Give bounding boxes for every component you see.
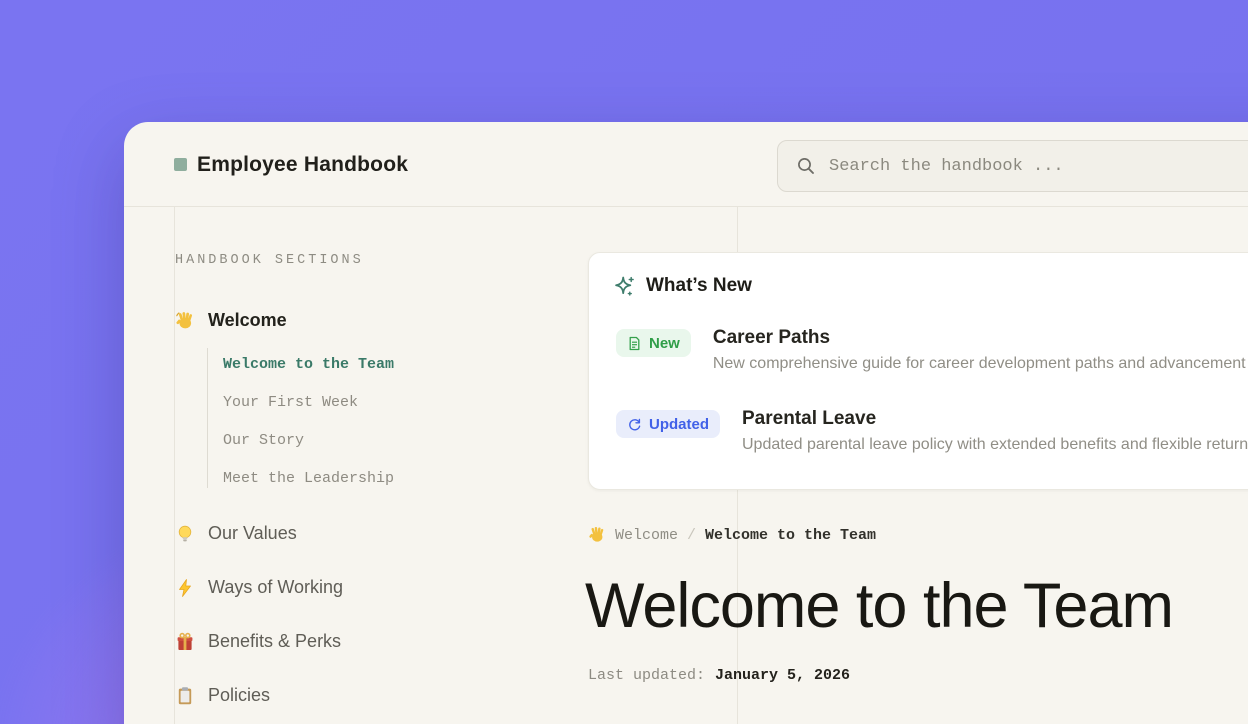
whats-new-item-description: Updated parental leave policy with exten…: [742, 436, 1248, 454]
whats-new-header: What’s New: [613, 275, 752, 297]
subnav-indent-rule: [207, 348, 208, 488]
lightning-icon: [175, 578, 195, 598]
document-icon: [627, 336, 642, 351]
logo-square-icon: [174, 158, 187, 171]
subnav-item-welcome-to-the-team[interactable]: Welcome to the Team: [223, 356, 394, 373]
sidebar-item-ways-of-working[interactable]: Ways of Working: [175, 577, 343, 598]
sidebar-item-welcome[interactable]: Welcome: [175, 310, 287, 331]
subnav-item-your-first-week[interactable]: Your First Week: [223, 394, 358, 411]
updated-badge-label: Updated: [649, 416, 709, 433]
brand: Employee Handbook: [174, 122, 408, 207]
subnav-item-our-story[interactable]: Our Story: [223, 432, 304, 449]
breadcrumb-current-page: Welcome to the Team: [705, 527, 876, 544]
breadcrumb-separator: /: [687, 527, 696, 544]
whats-new-title: What’s New: [646, 275, 752, 297]
new-badge-label: New: [649, 335, 680, 352]
search-input[interactable]: [829, 157, 1248, 176]
search-box[interactable]: [777, 140, 1248, 192]
breadcrumb-section-link[interactable]: Welcome: [615, 527, 678, 544]
last-updated-label: Last updated:: [588, 667, 705, 684]
clipboard-icon: [175, 686, 195, 706]
sidebar-item-label: Welcome: [208, 310, 287, 331]
subnav-item-meet-the-leadership[interactable]: Meet the Leadership: [223, 470, 394, 487]
whats-new-card: What’s New New Career Paths New comprehe…: [588, 252, 1248, 490]
app-title: Employee Handbook: [197, 153, 408, 177]
lightbulb-icon: [175, 524, 195, 544]
sidebar-item-label: Ways of Working: [208, 577, 343, 598]
last-updated: Last updated: January 5, 2026: [588, 667, 850, 684]
updated-badge: Updated: [616, 410, 720, 438]
sidebar-heading: HANDBOOK SECTIONS: [175, 253, 364, 268]
sidebar-item-label: Benefits & Perks: [208, 631, 341, 652]
search-icon: [796, 156, 816, 176]
whats-new-item-career-paths[interactable]: New Career Paths New comprehensive guide…: [616, 327, 1246, 373]
refresh-icon: [627, 417, 642, 432]
whats-new-item-title: Career Paths: [713, 327, 1246, 349]
sidebar-item-benefits-perks[interactable]: Benefits & Perks: [175, 631, 341, 652]
new-badge: New: [616, 329, 691, 357]
gift-icon: [175, 632, 195, 652]
whats-new-item-title: Parental Leave: [742, 408, 1248, 430]
sparkle-icon: [613, 275, 635, 297]
page-title: Welcome to the Team: [585, 574, 1173, 638]
breadcrumb: Welcome / Welcome to the Team: [588, 526, 876, 544]
sidebar-item-label: Our Values: [208, 523, 297, 544]
wave-icon: [588, 526, 606, 544]
last-updated-value: January 5, 2026: [715, 667, 850, 684]
whats-new-item-description: New comprehensive guide for career devel…: [713, 355, 1246, 373]
wave-icon: [175, 311, 195, 331]
sidebar-item-label: Policies: [208, 685, 270, 706]
sidebar-item-our-values[interactable]: Our Values: [175, 523, 297, 544]
whats-new-item-parental-leave[interactable]: Updated Parental Leave Updated parental …: [616, 408, 1248, 454]
app-window: Employee Handbook HANDBOOK SECTIONS: [124, 122, 1248, 724]
sidebar-item-policies[interactable]: Policies: [175, 685, 270, 706]
header: Employee Handbook: [124, 122, 1248, 207]
